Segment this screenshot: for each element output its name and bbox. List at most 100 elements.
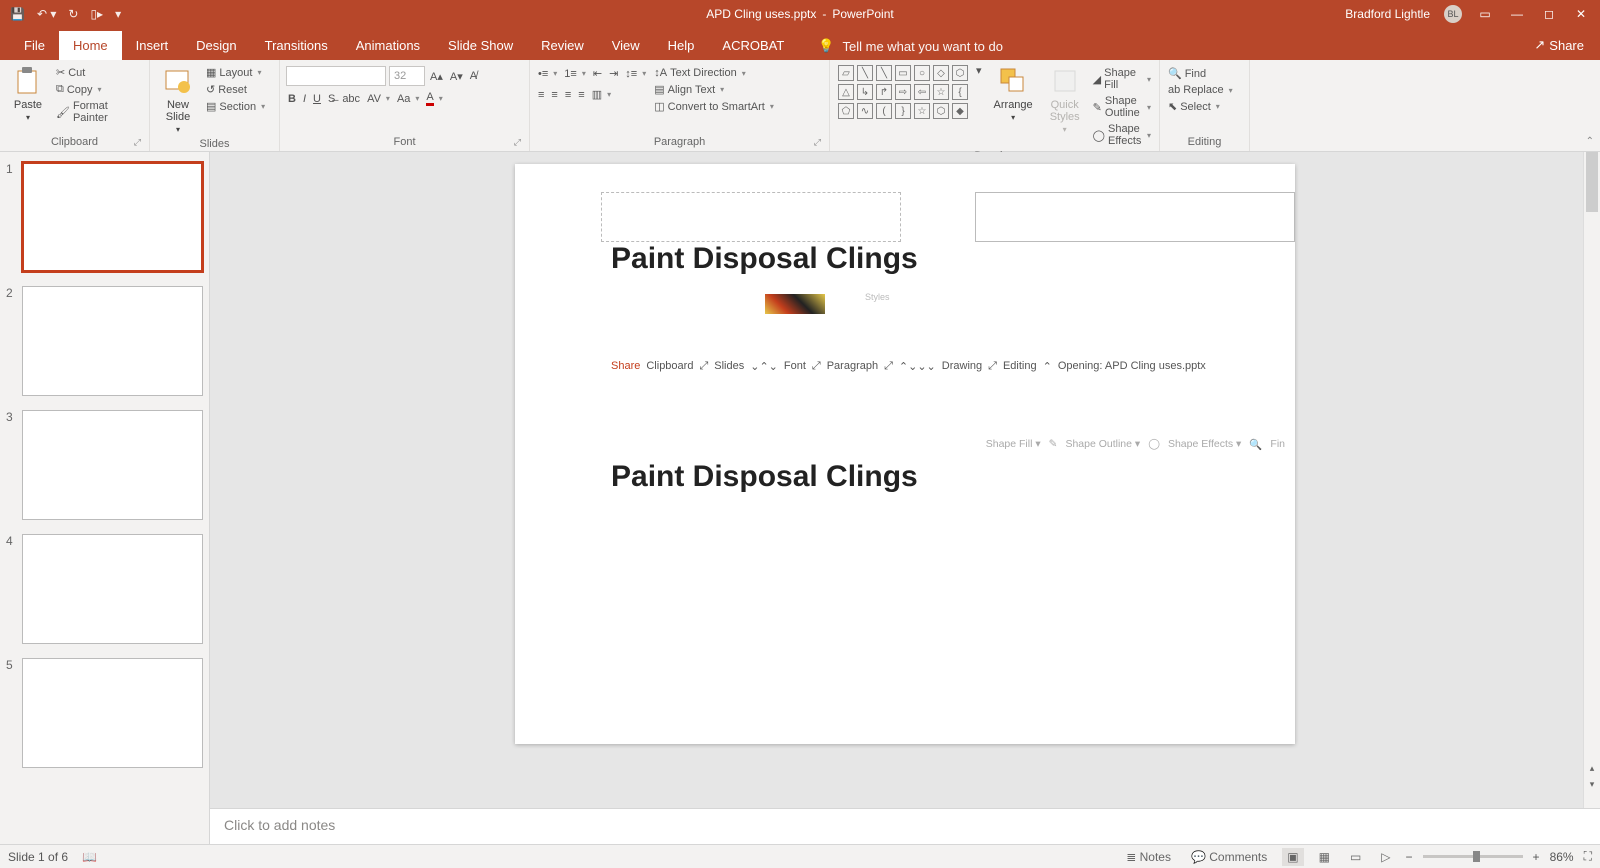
- placeholder-box[interactable]: [601, 192, 901, 242]
- layout-button[interactable]: ▦Layout: [204, 65, 267, 80]
- font-color-button[interactable]: A: [424, 90, 444, 107]
- shadow-button[interactable]: abc: [340, 92, 362, 106]
- numbering-button[interactable]: 1≡: [562, 67, 588, 81]
- reading-view-icon[interactable]: ▭: [1345, 848, 1366, 866]
- align-right-icon[interactable]: ≡: [563, 88, 573, 102]
- close-icon[interactable]: ✕: [1572, 7, 1590, 21]
- tab-transitions[interactable]: Transitions: [251, 31, 342, 60]
- tell-me-search[interactable]: 💡 Tell me what you want to do: [818, 32, 1003, 60]
- slide-thumbnail[interactable]: [22, 162, 203, 272]
- tab-review[interactable]: Review: [527, 31, 598, 60]
- scrollbar-thumb[interactable]: [1586, 152, 1598, 212]
- format-painter-button[interactable]: 🖌Format Painter: [54, 99, 143, 125]
- start-from-beginning-icon[interactable]: ▯▸: [90, 7, 103, 21]
- next-slide-icon[interactable]: ▾: [1584, 776, 1600, 792]
- shape-fill-button[interactable]: ◢Shape Fill: [1091, 66, 1153, 92]
- italic-button[interactable]: I: [301, 92, 308, 106]
- tab-animations[interactable]: Animations: [342, 31, 434, 60]
- shapes-gallery[interactable]: ▱╲╲▭○◇⬡ △↳↱⇨⇦☆{ ⬠∿(}☆⬡◆: [836, 63, 970, 121]
- zoom-slider[interactable]: [1423, 855, 1523, 858]
- prev-slide-icon[interactable]: ▴: [1584, 760, 1600, 776]
- replace-button[interactable]: abReplace: [1166, 83, 1235, 97]
- slideshow-view-icon[interactable]: ▷: [1376, 848, 1395, 866]
- align-left-icon[interactable]: ≡: [536, 88, 546, 102]
- paragraph-launcher-icon[interactable]: ⤢: [814, 137, 821, 148]
- minimize-icon[interactable]: —: [1508, 7, 1526, 21]
- comments-toggle[interactable]: 💬 Comments: [1186, 848, 1272, 866]
- underline-button[interactable]: U: [311, 92, 323, 106]
- change-case-button[interactable]: Aa: [395, 92, 421, 106]
- columns-icon[interactable]: ▥: [590, 87, 613, 102]
- slide-counter[interactable]: Slide 1 of 6: [8, 850, 68, 864]
- tab-slideshow[interactable]: Slide Show: [434, 31, 527, 60]
- reset-button[interactable]: ↺Reset: [204, 82, 267, 97]
- collapse-ribbon-icon[interactable]: ⌃: [1586, 136, 1594, 147]
- tab-file[interactable]: File: [10, 31, 59, 60]
- paste-button[interactable]: Paste ▾: [6, 63, 50, 124]
- save-icon[interactable]: 💾: [10, 7, 25, 21]
- new-slide-button[interactable]: New Slide ▾: [156, 63, 200, 136]
- cut-button[interactable]: ✂Cut: [54, 65, 143, 80]
- convert-smartart-button[interactable]: ◫Convert to SmartArt: [652, 99, 776, 114]
- redo-icon[interactable]: ↻: [68, 7, 78, 21]
- find-button[interactable]: 🔍Find: [1166, 66, 1235, 81]
- bullets-button[interactable]: •≡: [536, 67, 559, 81]
- sorter-view-icon[interactable]: ▦: [1314, 848, 1335, 866]
- shrink-font-icon[interactable]: A▾: [448, 69, 465, 84]
- tab-acrobat[interactable]: ACROBAT: [708, 31, 798, 60]
- share-button[interactable]: ↗ Share: [1518, 30, 1600, 60]
- zoom-level[interactable]: 86%: [1550, 850, 1574, 864]
- slide-thumbnail[interactable]: [22, 534, 203, 644]
- copy-button[interactable]: ⧉Copy: [54, 82, 143, 97]
- slide-thumbnail[interactable]: [22, 658, 203, 768]
- ribbon-display-options-icon[interactable]: ▭: [1476, 7, 1494, 21]
- slide-title-text[interactable]: Paint Disposal Clings: [611, 242, 918, 276]
- placeholder-box[interactable]: [975, 192, 1295, 242]
- char-spacing-button[interactable]: AV: [365, 92, 392, 106]
- shape-effects-button[interactable]: ◯Shape Effects: [1091, 122, 1153, 148]
- increase-indent-icon[interactable]: ⇥: [607, 66, 620, 81]
- font-size-input[interactable]: 32: [389, 66, 425, 86]
- text-direction-button[interactable]: ↕AText Direction: [652, 66, 776, 80]
- shape-outline-button[interactable]: ✎Shape Outline: [1091, 94, 1153, 120]
- slide-canvas-area[interactable]: Paint Disposal Clings Styles Share Clipb…: [210, 152, 1600, 808]
- slide-thumbnail[interactable]: [22, 286, 203, 396]
- spellcheck-icon[interactable]: 📖: [82, 850, 97, 864]
- align-text-button[interactable]: ▤Align Text: [652, 82, 776, 97]
- tab-insert[interactable]: Insert: [122, 31, 183, 60]
- font-family-input[interactable]: [286, 66, 386, 86]
- slide[interactable]: Paint Disposal Clings Styles Share Clipb…: [515, 164, 1295, 744]
- tab-help[interactable]: Help: [654, 31, 709, 60]
- strikethrough-button[interactable]: S̶: [326, 92, 337, 106]
- vertical-scrollbar[interactable]: ▴ ▾: [1583, 152, 1600, 808]
- line-spacing-icon[interactable]: ↕≡: [623, 67, 648, 81]
- quick-styles-button[interactable]: Quick Styles▾: [1043, 63, 1087, 136]
- shapes-more-icon[interactable]: ▾: [974, 63, 984, 78]
- tab-view[interactable]: View: [598, 31, 654, 60]
- clipboard-launcher-icon[interactable]: ⤢: [134, 137, 141, 148]
- slide-thumbnail-pane[interactable]: 1 2 3 4 5: [0, 152, 210, 844]
- fit-to-window-icon[interactable]: ⛶: [1584, 849, 1592, 864]
- font-launcher-icon[interactable]: ⤢: [514, 137, 521, 148]
- qat-more-icon[interactable]: ▾: [115, 7, 121, 21]
- select-button[interactable]: ⬉Select: [1166, 99, 1235, 114]
- tab-design[interactable]: Design: [182, 31, 250, 60]
- zoom-in-button[interactable]: +: [1533, 850, 1540, 864]
- decrease-indent-icon[interactable]: ⇤: [591, 66, 604, 81]
- arrange-button[interactable]: Arrange▾: [988, 63, 1039, 124]
- undo-icon[interactable]: ↶ ▾: [37, 7, 56, 21]
- clear-formatting-icon[interactable]: A̸: [468, 69, 479, 83]
- slide-title-text[interactable]: Paint Disposal Clings: [611, 460, 918, 494]
- zoom-out-button[interactable]: −: [1406, 850, 1413, 864]
- slide-thumbnail[interactable]: [22, 410, 203, 520]
- section-button[interactable]: ▤Section: [204, 99, 267, 114]
- grow-font-icon[interactable]: A▴: [428, 69, 445, 84]
- avatar[interactable]: BL: [1444, 5, 1462, 23]
- notes-toggle[interactable]: ≣ Notes: [1121, 848, 1176, 866]
- bold-button[interactable]: B: [286, 92, 298, 106]
- normal-view-icon[interactable]: ▣: [1282, 848, 1303, 866]
- notes-pane[interactable]: Click to add notes: [210, 808, 1600, 844]
- justify-icon[interactable]: ≡: [576, 88, 586, 102]
- maximize-icon[interactable]: ◻: [1540, 7, 1558, 21]
- tab-home[interactable]: Home: [59, 31, 122, 60]
